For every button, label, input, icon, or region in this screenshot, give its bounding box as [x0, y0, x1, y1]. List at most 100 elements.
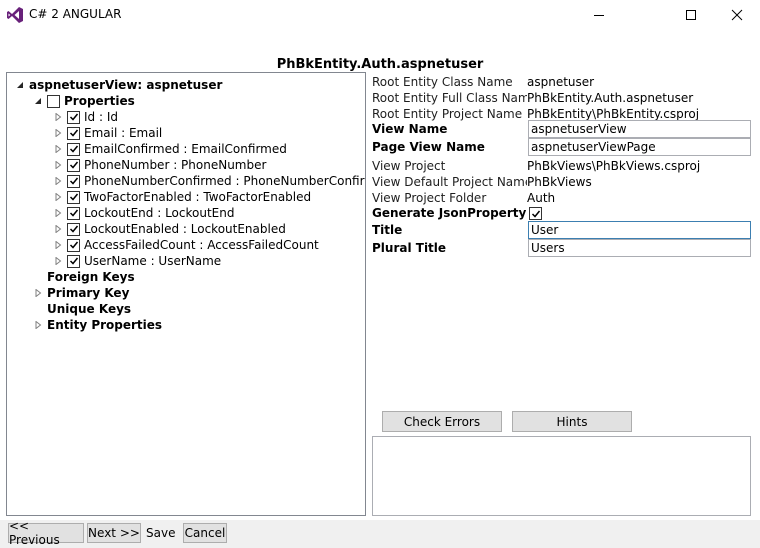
- page-view-name-input[interactable]: [528, 138, 751, 156]
- view-name-label: View Name: [372, 122, 448, 136]
- checkmark-icon: [69, 193, 78, 201]
- view-name-row: View Name: [372, 120, 757, 138]
- tree-unique-keys-node[interactable]: Unique Keys: [33, 301, 131, 317]
- root-class-name-label: Root Entity Class Name: [372, 75, 513, 89]
- view-project-folder-value: Auth: [527, 191, 556, 205]
- expand-triangle-icon[interactable]: [53, 253, 63, 269]
- view-name-input[interactable]: [528, 120, 751, 138]
- property-checkbox[interactable]: [67, 158, 80, 172]
- close-button[interactable]: [714, 0, 760, 30]
- view-default-ns-label: View Default Project NameSpace: [372, 175, 527, 189]
- checkmark-icon: [531, 210, 540, 218]
- tree-unique-keys-label: Unique Keys: [47, 302, 132, 316]
- expand-triangle-icon[interactable]: [53, 125, 63, 141]
- property-checkbox[interactable]: [67, 206, 80, 220]
- tree-property-item[interactable]: PhoneNumber : PhoneNumber: [53, 157, 266, 173]
- expand-triangle-icon[interactable]: [53, 109, 63, 125]
- expand-triangle-icon[interactable]: [33, 285, 43, 301]
- expand-triangle-icon[interactable]: [53, 221, 63, 237]
- tree-property-label: TwoFactorEnabled : TwoFactorEnabled: [84, 190, 312, 204]
- properties-checkbox[interactable]: [47, 94, 60, 108]
- save-button[interactable]: Save: [146, 526, 175, 540]
- close-icon: [731, 9, 743, 21]
- property-checkbox[interactable]: [67, 254, 80, 268]
- maximize-button[interactable]: [668, 0, 714, 30]
- tree-property-item[interactable]: Id : Id: [53, 109, 118, 125]
- checkmark-icon: [69, 161, 78, 169]
- root-full-class-name-label: Root Entity Full Class Name: [372, 91, 527, 105]
- root-class-name-value: aspnetuser: [527, 75, 595, 89]
- page-view-name-row: Page View Name: [372, 138, 757, 156]
- tree-property-item[interactable]: AccessFailedCount : AccessFailedCount: [53, 237, 319, 253]
- tree-property-label: LockoutEnabled : LockoutEnabled: [84, 222, 286, 236]
- output-textbox[interactable]: [372, 436, 751, 516]
- view-default-ns-row: View Default Project NameSpace PhBkViews: [372, 174, 757, 191]
- expand-triangle-icon[interactable]: [53, 189, 63, 205]
- tree-property-label: AccessFailedCount : AccessFailedCount: [84, 238, 319, 252]
- collapse-triangle-icon[interactable]: [33, 93, 43, 109]
- tree-root[interactable]: aspnetuserView: aspnetuser: [15, 77, 222, 93]
- tree-property-item[interactable]: LockoutEnabled : LockoutEnabled: [53, 221, 286, 237]
- tree-entity-properties-node[interactable]: Entity Properties: [33, 317, 162, 333]
- tree-foreign-keys-node[interactable]: Foreign Keys: [33, 269, 135, 285]
- page-view-name-label: Page View Name: [372, 140, 485, 154]
- view-project-folder-label: View Project Folder: [372, 191, 487, 205]
- tree-property-label: PhoneNumberConfirmed : PhoneNumberConfir…: [84, 174, 366, 188]
- tree-property-item[interactable]: PhoneNumberConfirmed : PhoneNumberConfir…: [53, 173, 366, 189]
- title-label: Title: [372, 223, 403, 237]
- tree-foreign-keys-label: Foreign Keys: [47, 270, 135, 284]
- generate-json-checkbox[interactable]: [529, 207, 542, 220]
- checkmark-icon: [69, 241, 78, 249]
- expand-triangle-icon[interactable]: [53, 205, 63, 221]
- visual-studio-icon: [7, 7, 23, 23]
- window-title: C# 2 ANGULAR: [29, 7, 122, 21]
- property-checkbox[interactable]: [67, 142, 80, 156]
- property-checkbox[interactable]: [67, 174, 80, 188]
- maximize-icon: [686, 10, 696, 20]
- cancel-button[interactable]: Cancel: [183, 523, 227, 543]
- next-button[interactable]: Next >>: [87, 523, 141, 543]
- root-class-name-row: Root Entity Class Name aspnetuser: [372, 74, 757, 91]
- tree-property-label: UserName : UserName: [84, 254, 222, 268]
- tree-property-label: Id : Id: [84, 110, 118, 124]
- tree-primary-key-label: Primary Key: [47, 286, 130, 300]
- tree-properties-node[interactable]: Properties: [33, 93, 135, 109]
- title-input[interactable]: [528, 221, 751, 239]
- plural-title-label: Plural Title: [372, 241, 447, 255]
- minimize-button[interactable]: [576, 0, 622, 30]
- tree-property-item[interactable]: Email : Email: [53, 125, 162, 141]
- hints-button[interactable]: Hints: [512, 411, 632, 432]
- tree-properties-label: Properties: [64, 94, 135, 108]
- property-checkbox[interactable]: [67, 222, 80, 236]
- check-errors-button[interactable]: Check Errors: [382, 411, 502, 432]
- tree-property-label: PhoneNumber : PhoneNumber: [84, 158, 267, 172]
- tree-property-item[interactable]: LockoutEnd : LockoutEnd: [53, 205, 234, 221]
- expand-triangle-icon[interactable]: [53, 173, 63, 189]
- expand-triangle-icon[interactable]: [33, 317, 43, 333]
- title-bar: C# 2 ANGULAR: [0, 0, 760, 30]
- tree-property-item[interactable]: EmailConfirmed : EmailConfirmed: [53, 141, 287, 157]
- title-row: Title: [372, 221, 757, 239]
- collapse-triangle-icon[interactable]: [15, 77, 25, 93]
- checkmark-icon: [69, 257, 78, 265]
- tree-primary-key-node[interactable]: Primary Key: [33, 285, 129, 301]
- root-project-name-value: PhBkEntity\PhBkEntity.csproj: [527, 107, 700, 121]
- checkmark-icon: [69, 209, 78, 217]
- property-checkbox[interactable]: [67, 238, 80, 252]
- expand-triangle-icon[interactable]: [53, 237, 63, 253]
- property-checkbox[interactable]: [67, 126, 80, 140]
- property-checkbox[interactable]: [67, 190, 80, 204]
- previous-button[interactable]: << Previous: [8, 519, 84, 547]
- expand-triangle-icon[interactable]: [53, 141, 63, 157]
- checkmark-icon: [69, 225, 78, 233]
- expand-triangle-icon[interactable]: [53, 157, 63, 173]
- entity-tree[interactable]: aspnetuserView: aspnetuser Properties Id…: [6, 72, 366, 516]
- tree-property-item[interactable]: UserName : UserName: [53, 253, 221, 269]
- checkmark-icon: [69, 129, 78, 137]
- page-title: PhBkEntity.Auth.aspnetuser: [276, 57, 484, 72]
- plural-title-input[interactable]: [528, 239, 751, 257]
- property-checkbox[interactable]: [67, 110, 80, 124]
- tree-property-item[interactable]: TwoFactorEnabled : TwoFactorEnabled: [53, 189, 311, 205]
- generate-json-row: Generate JsonProperty Attribute: [372, 205, 757, 222]
- plural-title-row: Plural Title: [372, 239, 757, 257]
